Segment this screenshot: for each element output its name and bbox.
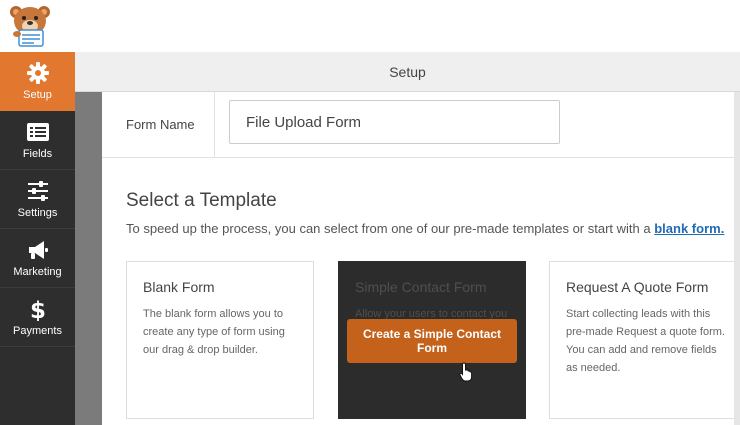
page-title: Setup bbox=[389, 64, 426, 80]
sidebar: Setup Fields Settings Marketing $ Paymen… bbox=[0, 52, 75, 425]
sidebar-item-label: Fields bbox=[22, 148, 53, 160]
sidebar-item-label: Setup bbox=[23, 89, 52, 101]
blank-form-link[interactable]: blank form. bbox=[654, 221, 724, 236]
form-name-input[interactable] bbox=[229, 100, 560, 144]
card-title: Blank Form bbox=[143, 279, 215, 295]
sliders-icon bbox=[28, 181, 48, 201]
template-card-request-quote[interactable]: Request A Quote Form Start collecting le… bbox=[549, 261, 737, 419]
divider bbox=[214, 92, 215, 158]
form-name-row: Form Name bbox=[102, 92, 734, 158]
card-description: The blank form allows you to create any … bbox=[143, 308, 285, 356]
sidebar-item-label: Payments bbox=[13, 325, 62, 337]
hand-cursor-icon bbox=[459, 362, 473, 382]
create-simple-contact-form-button[interactable]: Create a Simple Contact Form bbox=[347, 319, 517, 363]
fields-list-icon bbox=[27, 123, 49, 141]
scrollbar[interactable] bbox=[734, 92, 740, 425]
form-name-label: Form Name bbox=[126, 117, 195, 132]
card-description: Start collecting leads with this pre-mad… bbox=[566, 308, 725, 374]
left-gutter bbox=[75, 92, 102, 425]
sidebar-item-marketing[interactable]: Marketing bbox=[0, 229, 75, 288]
bear-logo-icon bbox=[10, 6, 50, 47]
megaphone-icon bbox=[29, 241, 48, 259]
sidebar-item-label: Marketing bbox=[13, 266, 62, 278]
template-card-blank[interactable]: Blank Form The blank form allows you to … bbox=[126, 261, 314, 419]
card-title: Request A Quote Form bbox=[566, 279, 709, 295]
sidebar-item-payments[interactable]: $ Payments bbox=[0, 288, 75, 347]
dollar-icon: $ bbox=[30, 298, 46, 321]
setup-panel: Form Name Select a Template To speed up … bbox=[102, 92, 737, 425]
sidebar-item-fields[interactable]: Fields bbox=[0, 111, 75, 170]
card-title: Simple Contact Form bbox=[355, 279, 487, 295]
sidebar-item-setup[interactable]: Setup bbox=[0, 52, 75, 111]
gear-icon bbox=[27, 62, 49, 84]
template-card-simple-contact[interactable]: Simple Contact Form Allow your users to … bbox=[338, 261, 526, 419]
section-description: To speed up the process, you can select … bbox=[126, 221, 724, 236]
svg-text:$: $ bbox=[30, 298, 46, 321]
sidebar-item-label: Settings bbox=[17, 207, 58, 219]
page-header: Setup bbox=[75, 52, 740, 92]
top-bar bbox=[0, 0, 740, 52]
description-text: To speed up the process, you can select … bbox=[126, 221, 651, 236]
section-heading: Select a Template bbox=[126, 190, 277, 211]
sidebar-item-settings[interactable]: Settings bbox=[0, 170, 75, 229]
